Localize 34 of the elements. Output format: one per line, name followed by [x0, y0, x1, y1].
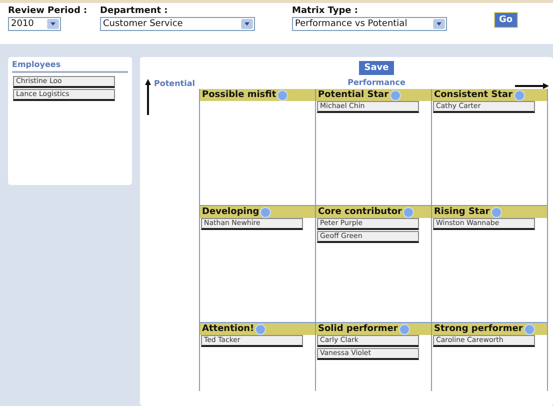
info-icon[interactable] [260, 206, 272, 218]
cell-title: Possible misfit [202, 90, 276, 100]
cell-title: Attention! [202, 324, 254, 334]
caret-icon [47, 19, 59, 29]
cell-title: Rising Star [434, 207, 490, 217]
filter-label: Department : [100, 6, 169, 17]
cell-title: Core contributor [318, 207, 402, 217]
info-icon[interactable] [514, 90, 525, 100]
cell-title: Potential Star [318, 90, 389, 100]
caret-icon [433, 19, 445, 29]
panel-title: Employees [12, 60, 128, 73]
up-arrow-icon [145, 79, 151, 115]
go-button[interactable]: Go [494, 12, 518, 28]
cell-title: Strong performer [434, 324, 523, 334]
axis-label: Potential [154, 79, 196, 88]
info-icon[interactable] [255, 324, 266, 334]
caret-icon [241, 19, 253, 29]
info-icon[interactable] [390, 90, 401, 100]
save-button[interactable]: Save [359, 61, 394, 75]
info-icon[interactable] [277, 90, 288, 100]
cell-title: Developing [202, 207, 260, 217]
info-icon[interactable] [490, 206, 502, 218]
filter-label: Matrix Type : [292, 6, 360, 17]
info-icon[interactable] [403, 206, 414, 218]
cell-title: Solid performer [318, 324, 398, 334]
axis-label: Performance [348, 78, 406, 87]
cell-title: Consistent Star [434, 90, 513, 100]
info-icon[interactable] [398, 324, 410, 334]
filter-label: Review Period : [8, 6, 88, 17]
dropdown[interactable]: Performance vs Potential [292, 17, 447, 31]
info-icon[interactable] [524, 324, 535, 334]
dropdown[interactable]: Customer Service [100, 17, 255, 31]
dropdown[interactable]: 2010 [8, 17, 61, 31]
right-arrow-icon [515, 83, 549, 89]
